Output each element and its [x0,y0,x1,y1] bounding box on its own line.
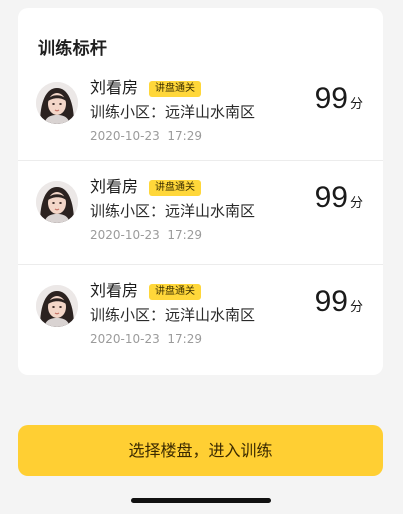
user-avatar-icon [36,181,78,223]
card-title: 训练标杆 [38,39,108,59]
time: 17:29 [167,129,202,143]
user-name: 刘看房 [90,177,139,196]
timestamp: 2020-10-23 17:29 [90,227,202,243]
avatar [36,181,78,223]
score-value: 99 [314,285,348,318]
score: 99 分 [315,285,363,319]
score: 99 分 [315,82,363,116]
date: 2020-10-23 [90,228,160,242]
score-value: 99 [314,181,348,214]
list-item[interactable]: 刘看房 讲盘通关 训练小区：远洋山水南区 2020-10-23 17:29 99… [18,264,383,368]
list-item[interactable]: 刘看房 讲盘通关 训练小区：远洋山水南区 2020-10-23 17:29 99… [18,62,383,160]
list-item[interactable]: 刘看房 讲盘通关 训练小区：远洋山水南区 2020-10-23 17:29 99… [18,160,383,264]
training-benchmark-card: 训练标杆 刘看房 讲盘通关 训练小区：远洋山水南区 2020-10-23 17:… [18,8,383,375]
select-building-enter-training-button[interactable]: 选择楼盘，进入训练 [18,425,383,476]
user-avatar-icon [36,285,78,327]
time: 17:29 [167,228,202,242]
date: 2020-10-23 [90,129,160,143]
date: 2020-10-23 [90,332,160,346]
benchmark-list: 刘看房 讲盘通关 训练小区：远洋山水南区 2020-10-23 17:29 99… [18,62,383,368]
home-indicator[interactable] [131,498,271,503]
user-avatar-icon [36,82,78,124]
score-unit: 分 [349,300,363,315]
score-unit: 分 [349,97,363,112]
training-community: 训练小区：远洋山水南区 [90,202,256,220]
avatar [36,285,78,327]
score-unit: 分 [349,196,363,211]
status-badge: 讲盘通关 [149,180,201,196]
timestamp: 2020-10-23 17:29 [90,128,202,144]
training-community: 训练小区：远洋山水南区 [90,306,256,324]
time: 17:29 [167,332,202,346]
user-name: 刘看房 [90,281,139,300]
timestamp: 2020-10-23 17:29 [90,331,202,347]
score: 99 分 [315,181,363,215]
status-badge: 讲盘通关 [149,284,201,300]
score-value: 99 [314,82,348,115]
status-badge: 讲盘通关 [149,81,201,97]
training-community: 训练小区：远洋山水南区 [90,103,256,121]
user-name: 刘看房 [90,78,139,97]
avatar [36,82,78,124]
